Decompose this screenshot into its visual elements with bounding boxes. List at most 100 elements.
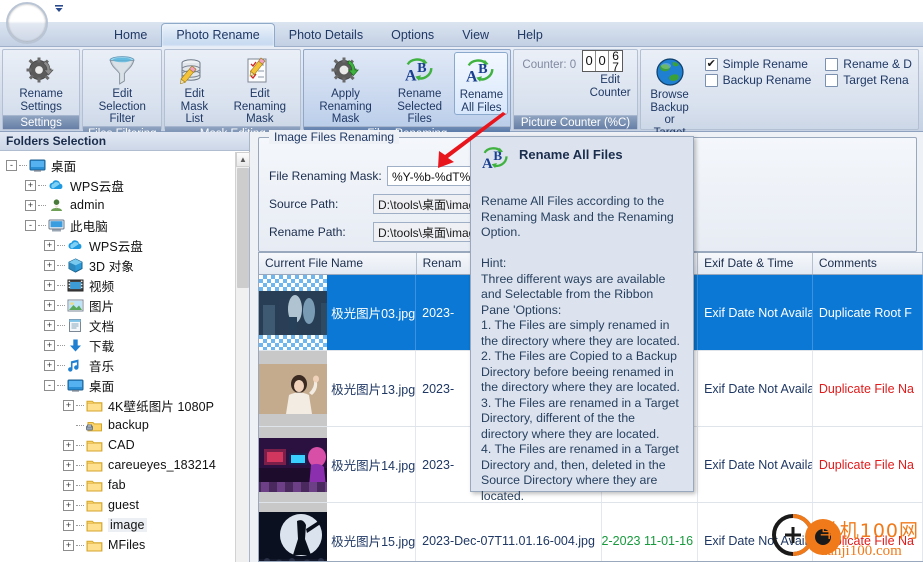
tab-options[interactable]: Options (377, 24, 448, 47)
expand-icon[interactable]: + (44, 239, 55, 251)
expand-icon[interactable]: + (25, 179, 36, 191)
tree-node[interactable]: +4K壁纸图片 1080P (0, 395, 235, 415)
tree-node[interactable]: + fab (0, 475, 235, 495)
expand-icon[interactable]: + (63, 479, 74, 491)
tree-connector (57, 264, 65, 266)
tree-node[interactable]: + guest (0, 495, 235, 515)
cloud-icon (48, 178, 65, 193)
tab-home[interactable]: Home (100, 24, 161, 47)
simple-rename-checkbox-box[interactable] (704, 57, 718, 71)
expand-icon[interactable]: + (44, 259, 55, 271)
target-rename-label: Target Rena (843, 73, 909, 87)
rename-and-delete-checkbox-box[interactable] (825, 57, 839, 71)
edit-selection-filter-button[interactable]: Edit Selection Filter (85, 52, 159, 126)
expand-icon[interactable]: + (63, 399, 74, 411)
rename-selected-files-button[interactable]: A B Rename Selected Files (385, 52, 455, 126)
tree-node[interactable]: + 图片 (0, 295, 235, 315)
expand-icon[interactable]: + (44, 319, 55, 331)
tree-node[interactable]: - 桌面 (0, 375, 235, 395)
scroll-up-icon[interactable]: ▲ (236, 152, 250, 167)
svg-text:B: B (493, 148, 502, 163)
tree-node[interactable]: + WPS云盘 (0, 175, 235, 195)
target-rename-checkbox-box[interactable] (825, 73, 839, 87)
application-window: Home Photo Rename Photo Details Options … (0, 0, 923, 562)
tree-connector (57, 244, 65, 246)
column-header[interactable]: Exif Date & Time (698, 253, 813, 274)
tree-node[interactable]: +3D 对象 (0, 255, 235, 275)
tree-node[interactable]: + 下载 (0, 335, 235, 355)
tree-node-label: CAD (108, 438, 135, 452)
tree-node[interactable]: + 文档 (0, 315, 235, 335)
collapse-icon[interactable]: - (25, 219, 36, 231)
rename-all-files-button[interactable]: A B Rename All Files (454, 52, 509, 115)
tree-node-label: 视频 (89, 279, 115, 294)
expand-icon[interactable]: + (63, 459, 74, 471)
target-rename-checkbox[interactable]: Target Rena (825, 73, 912, 87)
counter-digit-1: 0 (583, 51, 597, 71)
expand-icon[interactable]: + (63, 519, 74, 531)
folder-tree[interactable]: - 桌面 + WPS云盘 + admin - 此电脑 + WPS云盘 +3D 对象 + 视频 + 图片 + 文档… (0, 152, 235, 562)
tree-node[interactable]: + careueyes_183214 (0, 455, 235, 475)
expand-icon[interactable]: + (63, 439, 74, 451)
expand-icon[interactable]: + (63, 539, 74, 551)
file-name-label: 极光图片13.jpg (331, 383, 416, 397)
tree-node[interactable]: + 视频 (0, 275, 235, 295)
gear-icon (25, 54, 57, 88)
rename-settings-button[interactable]: Rename Settings (14, 52, 68, 113)
cell-current-file-name: 极光图片13.jpg (259, 351, 417, 426)
tree-node[interactable]: - 桌面 (0, 155, 235, 175)
tab-view[interactable]: View (448, 24, 503, 47)
expand-icon[interactable]: + (44, 299, 55, 311)
sidebar-scrollbar[interactable]: ▲ (235, 152, 250, 562)
expand-icon[interactable]: + (44, 279, 55, 291)
cube-icon (67, 257, 84, 273)
tree-node-label: careueyes_183214 (108, 458, 216, 472)
simple-rename-label: Simple Rename (722, 57, 808, 71)
simple-rename-checkbox[interactable]: Simple Rename (704, 57, 812, 71)
backup-rename-checkbox[interactable]: Backup Rename (704, 73, 811, 87)
edit-renaming-mask-button[interactable]: Edit Renaming Mask (221, 52, 298, 126)
cell-exif-date-time: Exif Date Not Available (698, 275, 813, 350)
collapse-icon[interactable]: - (6, 159, 17, 171)
expand-icon[interactable]: + (25, 199, 36, 211)
tree-node[interactable]: + CAD (0, 435, 235, 455)
expand-icon[interactable]: + (44, 359, 55, 371)
tab-photo-rename[interactable]: Photo Rename (161, 23, 275, 47)
collapse-icon[interactable]: - (44, 379, 55, 391)
rename-and-delete-label: Rename & D (843, 57, 912, 71)
tab-help[interactable]: Help (503, 24, 557, 47)
expand-icon[interactable]: + (63, 499, 74, 511)
tree-node[interactable]: + 音乐 (0, 355, 235, 375)
table-row[interactable]: 极光图片15.jpg2023-Dec-07T11.01.16-004.jpg07… (259, 503, 923, 561)
scrollbar-thumb[interactable] (237, 168, 249, 288)
ribbon: Rename Settings Settings Edit Selection … (0, 47, 923, 166)
tree-node[interactable]: backup (0, 415, 235, 435)
tree-node[interactable]: + WPS云盘 (0, 235, 235, 255)
tree-node[interactable]: + MFiles (0, 535, 235, 555)
application-orb-button[interactable] (6, 2, 48, 44)
ribbon-group-files-renaming: Apply Renaming Mask A B Rename Selected … (303, 49, 512, 140)
cell-current-file-name: 极光图片14.jpg (259, 427, 417, 502)
monitor-icon (67, 378, 84, 393)
tab-photo-details[interactable]: Photo Details (275, 24, 377, 47)
ab-rename-icon: A B (404, 54, 436, 88)
edit-mask-list-button[interactable]: Edit Mask List (167, 52, 221, 126)
cell-exif-date-time: Exif Date Not Available (698, 503, 813, 561)
counter-odometer[interactable]: 0 0 6 7 (582, 50, 624, 72)
tree-node-label: WPS云盘 (89, 239, 143, 254)
edit-counter-label[interactable]: Edit Counter (590, 74, 631, 99)
quick-access-dropdown-icon[interactable] (52, 3, 66, 17)
tree-node[interactable]: - 此电脑 (0, 215, 235, 235)
ribbon-tabs: Home Photo Rename Photo Details Options … (100, 22, 557, 47)
expand-icon[interactable]: + (44, 339, 55, 351)
column-header[interactable]: Comments (813, 253, 923, 274)
tree-node[interactable]: + image (0, 515, 235, 535)
tree-node[interactable]: + admin (0, 195, 235, 215)
tree-connector (76, 464, 84, 466)
pictures-icon (67, 298, 84, 313)
apply-renaming-mask-button[interactable]: Apply Renaming Mask (306, 52, 385, 126)
file-name-label: 极光图片14.jpg (331, 459, 416, 473)
backup-rename-checkbox-box[interactable] (704, 73, 718, 87)
column-header[interactable]: Current File Name (259, 253, 417, 274)
rename-and-delete-checkbox[interactable]: Rename & D (825, 57, 912, 71)
